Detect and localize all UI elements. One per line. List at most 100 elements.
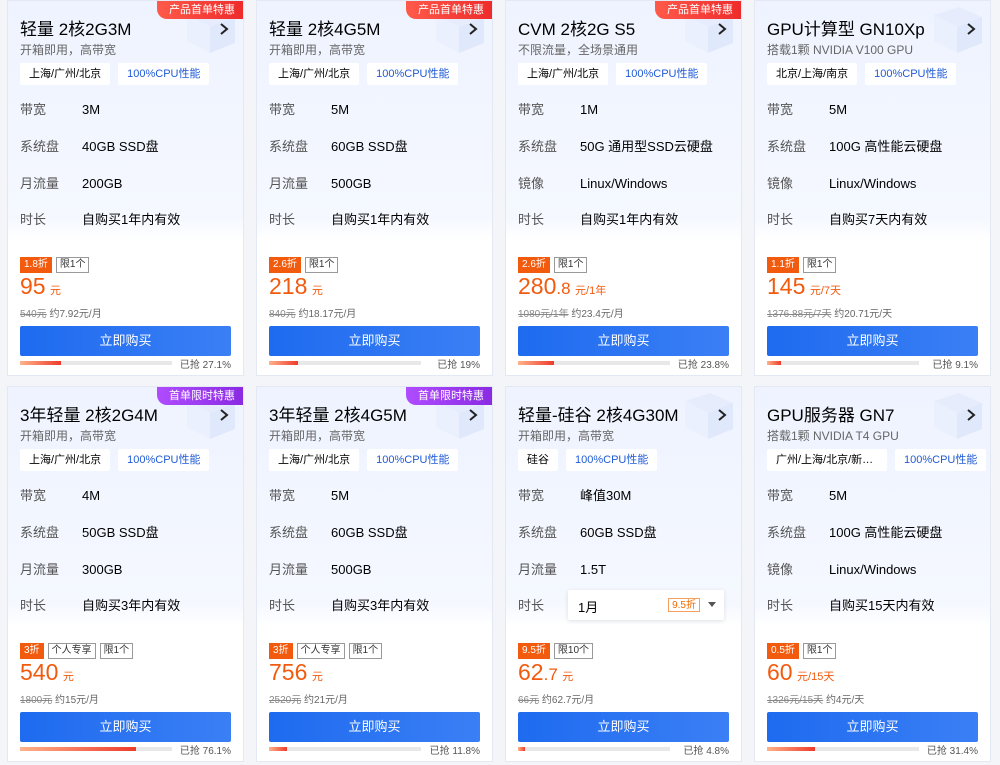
product-subtitle: 开箱即用，高带宽 [518, 429, 615, 443]
buy-now-button[interactable]: 立即购买 [767, 326, 978, 356]
product-card[interactable]: GPU服务器 GN7 搭载1颗 NVIDIA T4 GPU 广州/上海/北京/新加坡… [754, 386, 991, 762]
product-title[interactable]: 轻量 2核2G3M [20, 19, 131, 41]
spec-value: 5M [331, 488, 350, 503]
product-subtitle: 开箱即用，高带宽 [269, 43, 366, 57]
buy-now-button[interactable]: 立即购买 [269, 326, 480, 356]
buy-now-button[interactable]: 立即购买 [767, 712, 978, 742]
product-card[interactable]: 首单限时特惠 3年轻量 2核2G4M 开箱即用，高带宽 上海/广州/北京 100%CPU… [7, 386, 244, 762]
chevron-right-icon[interactable] [964, 407, 978, 423]
chevron-right-icon[interactable] [466, 21, 480, 37]
discount-pill: 2.6折 [518, 257, 550, 273]
product-title[interactable]: GPU计算型 GN10Xp [767, 19, 925, 41]
buy-now-button[interactable]: 立即购买 [20, 712, 231, 742]
duration-select[interactable]: 1月 9.5折 [568, 590, 724, 620]
spec-row: 月流量 500GB [269, 559, 371, 578]
spec-label: 系统盘 [269, 139, 309, 154]
price-decimal: .7 [543, 665, 558, 684]
price: 60 元/15天 [767, 659, 834, 686]
spec-row: 时长 自购买1年内有效 [269, 209, 429, 228]
tag-list: 上海/广州/北京 100%CPU性能 [20, 449, 210, 471]
sold-progress-fill [269, 361, 298, 365]
chevron-right-icon[interactable] [217, 21, 231, 37]
spec-value: 自购买3年内有效 [331, 598, 430, 613]
discount-pills: 2.6折 限1个 [269, 257, 339, 273]
price-main: 95 [20, 273, 46, 299]
spec-value: 5M [331, 102, 350, 117]
chevron-right-icon[interactable] [466, 407, 480, 423]
duration-discount-badge: 9.5折 [668, 598, 700, 612]
sold-percent: 已抢 27.1% [179, 360, 231, 371]
spec-value: 60GB SSD盘 [580, 525, 657, 540]
buy-now-button[interactable]: 立即购买 [518, 712, 729, 742]
product-title[interactable]: GPU服务器 GN7 [767, 405, 895, 427]
product-grid: 产品首单特惠 轻量 2核2G3M 开箱即用，高带宽 上海/广州/北京 100%CPU性能… [0, 0, 1000, 765]
price-decimal: .8 [556, 279, 571, 298]
spec-row: 时长 自购买1年内有效 [518, 209, 678, 228]
spec-label: 带宽 [767, 102, 794, 117]
spec-label: 时长 [767, 212, 794, 227]
buy-now-button[interactable]: 立即购买 [518, 326, 729, 356]
cpu-tag: 100%CPU性能 [566, 449, 658, 471]
chevron-right-icon[interactable] [217, 407, 231, 423]
product-card[interactable]: 轻量-硅谷 2核4G30M 开箱即用，高带宽 硅谷 100%CPU性能 带宽 峰值30M 系… [505, 386, 742, 762]
spec-value: 1M [580, 102, 599, 117]
product-title[interactable]: 轻量-硅谷 2核4G30M [518, 405, 679, 427]
spec-value: 4M [82, 488, 101, 503]
tag-list: 上海/广州/北京 100%CPU性能 [20, 63, 210, 85]
discount-pills: 0.5折 限1个 [767, 643, 837, 659]
spec-label: 时长 [767, 598, 794, 613]
limit-pill: 限1个 [802, 643, 837, 659]
spec-label: 系统盘 [518, 139, 558, 154]
spec-label: 镜像 [518, 176, 545, 191]
buy-now-button[interactable]: 立即购买 [20, 326, 231, 356]
sold-progress-bar [269, 361, 421, 365]
price: 218 元 [269, 273, 323, 300]
product-title[interactable]: 3年轻量 2核4G5M [269, 405, 407, 427]
strikethrough-price: 1326元/15天 [767, 695, 824, 706]
product-card[interactable]: 产品首单特惠 轻量 2核2G3M 开箱即用，高带宽 上海/广州/北京 100%CPU性能… [7, 0, 244, 376]
product-title[interactable]: 轻量 2核4G5M [269, 19, 380, 41]
strikethrough-price: 2520元 [269, 695, 302, 706]
strikethrough-price: 66元 [518, 695, 540, 706]
spec-label: 月流量 [269, 562, 309, 577]
chevron-right-icon[interactable] [964, 21, 978, 37]
discount-pill: 3折 [269, 643, 293, 659]
spec-row: 时长 自购买1年内有效 [20, 209, 180, 228]
product-card[interactable]: 产品首单特惠 轻量 2核4G5M 开箱即用，高带宽 上海/广州/北京 100%CPU性能… [256, 0, 493, 376]
spec-label: 系统盘 [767, 525, 807, 540]
tag-list: 上海/广州/北京 100%CPU性能 [518, 63, 708, 85]
product-card[interactable]: 产品首单特惠 CVM 2核2G S5 不限流量，全场景通用 上海/广州/北京 100%C… [505, 0, 742, 376]
spec-value: 自购买1年内有效 [82, 212, 181, 227]
product-title[interactable]: 3年轻量 2核2G4M [20, 405, 158, 427]
average-price: 约62.7元/月 [541, 695, 595, 706]
sold-progress-fill [20, 361, 62, 365]
original-price: 2520元 约21元/月 [269, 691, 348, 706]
price: 280.8 元/1年 [518, 273, 606, 300]
spec-value: 自购买1年内有效 [331, 212, 430, 227]
discount-pill: 3折 [20, 643, 44, 659]
sold-percent: 已抢 11.8% [429, 746, 480, 757]
sold-progress-bar [20, 747, 172, 751]
chevron-right-icon[interactable] [715, 21, 729, 37]
sold-progress-fill [20, 747, 136, 751]
chevron-right-icon[interactable] [715, 407, 729, 423]
spec-value: 5M [829, 102, 848, 117]
spec-value: 1.5T [580, 562, 607, 577]
price: 62.7 元 [518, 659, 573, 686]
cpu-tag: 100%CPU性能 [118, 449, 210, 471]
original-price: 840元 约18.17元/月 [269, 305, 356, 320]
sold-progress-bar [269, 747, 421, 751]
region-tag: 上海/广州/北京 [518, 63, 609, 85]
price-main: 218 [269, 273, 308, 299]
tag-list: 上海/广州/北京 100%CPU性能 [269, 63, 459, 85]
spec-value: 自购买7天内有效 [829, 212, 928, 227]
limit-pill: 限1个 [553, 257, 588, 273]
buy-now-button[interactable]: 立即购买 [269, 712, 480, 742]
price: 145 元/7天 [767, 273, 841, 300]
product-title[interactable]: CVM 2核2G S5 [518, 19, 635, 41]
product-card[interactable]: 首单限时特惠 3年轻量 2核4G5M 开箱即用，高带宽 上海/广州/北京 100%CPU… [256, 386, 493, 762]
spec-label: 镜像 [767, 562, 794, 577]
product-card[interactable]: GPU计算型 GN10Xp 搭载1颗 NVIDIA V100 GPU 北京/上海/南… [754, 0, 991, 376]
spec-value: 300GB [82, 562, 123, 577]
spec-label: 镜像 [767, 176, 794, 191]
